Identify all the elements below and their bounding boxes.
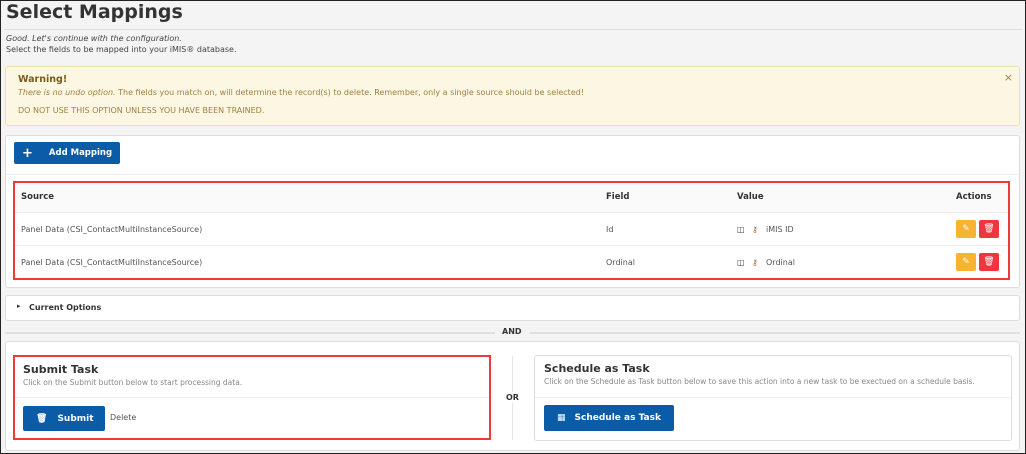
delete-button[interactable]: 🗑 [979, 220, 999, 238]
current-options-toggle[interactable]: ▸ Current Options [5, 295, 1020, 321]
warning-line-1: There is no undo option. The fields you … [18, 88, 584, 97]
divider [535, 397, 1011, 398]
schedule-task-card: Schedule as Task Click on the Schedule a… [534, 355, 1012, 441]
table-header: Source Field Value Actions [15, 183, 1008, 212]
caret-right-icon: ▸ [17, 302, 21, 310]
header-field: Field [606, 192, 630, 202]
table-row: Panel Data (CSI_ContactMultiInstanceSour… [15, 212, 1008, 245]
title-divider [4, 29, 1022, 30]
key-icon: ⚷ [752, 258, 758, 267]
intro-subtext: Select the fields to be mapped into your… [6, 45, 237, 54]
divider [6, 174, 1019, 175]
edit-button[interactable]: ✎ [956, 220, 976, 238]
submit-label: Submit [57, 413, 94, 424]
header-actions: Actions [956, 192, 992, 202]
delete-label: Delete [110, 413, 137, 422]
and-label: AND [502, 327, 522, 336]
row-field: Ordinal [606, 258, 635, 267]
schedule-as-task-button[interactable]: ▦ Schedule as Task [544, 405, 674, 431]
add-mapping-button[interactable]: + Add Mapping [14, 142, 120, 164]
warning-emphasis: There is no undo option. [18, 88, 116, 97]
add-mapping-label: Add Mapping [48, 148, 113, 158]
row-field: Id [606, 225, 614, 234]
submit-description: Click on the Submit button below to star… [23, 378, 243, 387]
intro-text: Good. Let's continue with the configurat… [6, 34, 182, 43]
plus-icon: + [22, 145, 33, 161]
warning-line-2: DO NOT USE THIS OPTION UNLESS YOU HAVE B… [18, 106, 265, 115]
submit-button[interactable]: 🗑 Submit [23, 406, 105, 431]
row-value: iMIS ID [766, 225, 794, 234]
columns-icon: ◫ [737, 225, 745, 234]
trash-icon: 🗑 [36, 413, 48, 424]
columns-icon: ◫ [737, 258, 745, 267]
submit-title: Submit Task [23, 363, 99, 376]
or-label: OR [505, 392, 520, 403]
close-icon[interactable]: × [1004, 71, 1013, 84]
divider [15, 397, 489, 398]
mappings-table: Source Field Value Actions Panel Data (C… [13, 181, 1010, 280]
edit-button[interactable]: ✎ [956, 253, 976, 271]
page-title: Select Mappings [6, 1, 183, 23]
warning-text: The fields you match on, will determine … [115, 88, 585, 97]
current-options-label: Current Options [29, 303, 102, 312]
header-value: Value [737, 192, 764, 202]
row-value: Ordinal [766, 258, 795, 267]
row-source: Panel Data (CSI_ContactMultiInstanceSour… [21, 225, 203, 234]
table-row: Panel Data (CSI_ContactMultiInstanceSour… [15, 245, 1008, 278]
key-icon: ⚷ [752, 225, 758, 234]
delete-button[interactable]: 🗑 [979, 253, 999, 271]
schedule-description: Click on the Schedule as Task button bel… [544, 377, 975, 386]
submit-task-card: Submit Task Click on the Submit button b… [13, 355, 491, 440]
schedule-label: Schedule as Task [574, 413, 661, 423]
and-divider-left [5, 332, 495, 334]
warning-alert: Warning! There is no undo option. The fi… [5, 66, 1020, 126]
calendar-icon: ▦ [557, 413, 566, 423]
row-source: Panel Data (CSI_ContactMultiInstanceSour… [21, 258, 203, 267]
warning-title: Warning! [18, 74, 68, 85]
and-divider-right [530, 332, 1020, 334]
header-source: Source [21, 192, 55, 202]
schedule-title: Schedule as Task [544, 362, 650, 375]
